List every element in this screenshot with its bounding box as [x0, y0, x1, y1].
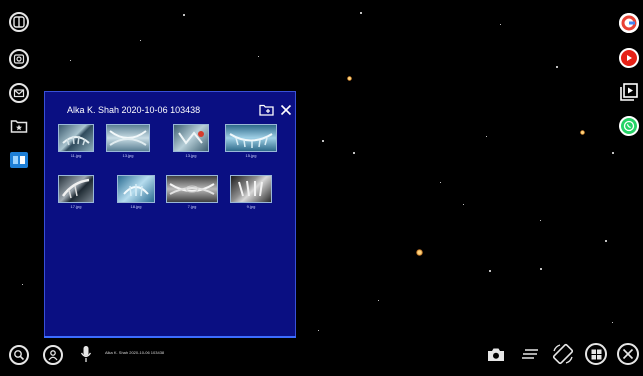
star [347, 76, 352, 81]
star [353, 152, 355, 154]
xray-thumbnail[interactable] [173, 124, 209, 152]
google-button[interactable] [619, 13, 639, 33]
session-caption: Alka K. Shah 2020-10-06 103438 [105, 350, 165, 355]
rotate-icon [552, 343, 574, 365]
video-library-button[interactable] [619, 82, 639, 102]
xray-icon [61, 178, 90, 199]
close-app-button[interactable] [617, 343, 639, 365]
star [318, 330, 319, 331]
layout-button[interactable] [9, 12, 29, 32]
whatsapp-icon [623, 120, 635, 132]
mail-button[interactable] [9, 83, 29, 103]
thumbnail-label: 13.jpg [122, 153, 134, 158]
xray-icon [62, 135, 90, 146]
favorites-folder-button[interactable] [9, 117, 29, 135]
star [22, 284, 23, 285]
youtube-icon [627, 55, 632, 61]
star [378, 300, 379, 301]
star [322, 140, 324, 142]
thumbnail-label: 11.jpg [70, 153, 82, 158]
xray-thumbnail[interactable] [58, 124, 94, 152]
3d-view-button[interactable] [9, 151, 29, 169]
star [258, 56, 259, 57]
star [463, 204, 464, 205]
menu-icon [522, 349, 538, 359]
google-icon [619, 13, 639, 33]
star [416, 249, 423, 256]
camera-search-icon [13, 54, 25, 64]
star [612, 152, 614, 154]
star [183, 14, 185, 16]
panoramic-xray-thumbnail[interactable] [166, 175, 218, 203]
xray-icon [109, 130, 147, 146]
star [70, 60, 71, 61]
microphone-icon [80, 346, 92, 362]
star [489, 270, 491, 272]
camera-search-button[interactable] [9, 49, 29, 69]
thumbnail-label: 9.jpg [246, 204, 256, 209]
new-folder-icon [258, 104, 274, 116]
user-icon [48, 350, 58, 361]
panoramic-xray-icon [169, 183, 215, 195]
layout-icon [13, 16, 25, 28]
youtube-button[interactable] [619, 48, 639, 68]
microphone-button[interactable] [78, 344, 94, 364]
xray-thumbnail[interactable] [230, 175, 272, 203]
star [605, 240, 607, 242]
xray-icon [123, 184, 149, 197]
thumbnail-label: 15.jpg [245, 153, 257, 158]
close-icon [622, 348, 634, 360]
thumbnail-label: 18.jpg [130, 204, 142, 209]
star [486, 136, 487, 137]
folder-star-icon [10, 120, 28, 133]
xray-thumbnail[interactable] [117, 175, 155, 203]
star [556, 66, 558, 68]
star [140, 40, 141, 41]
star [540, 220, 541, 221]
menu-button[interactable] [521, 347, 539, 361]
windows-button[interactable] [585, 343, 607, 365]
close-icon [280, 104, 292, 116]
thumbnail-label: 7.jpg [187, 204, 197, 209]
camera-button[interactable] [486, 345, 506, 363]
star [440, 182, 441, 183]
xray-icon [178, 131, 204, 145]
user-button[interactable] [43, 345, 63, 365]
camera-icon [488, 348, 504, 361]
panel-title: Alka K. Shah 2020-10-06 103438 [67, 105, 201, 115]
star [612, 322, 613, 323]
xray-thumbnail[interactable] [106, 124, 150, 152]
new-folder-button[interactable] [258, 103, 274, 117]
panel-bottom-accent [44, 336, 296, 338]
xray-thumbnail[interactable] [225, 124, 277, 152]
thumbnail-label: 17.jpg [70, 204, 82, 209]
star [360, 12, 362, 14]
3d-view-icon [10, 152, 28, 168]
star [540, 268, 542, 270]
mail-icon [13, 89, 25, 98]
close-panel-button[interactable] [279, 103, 293, 117]
image-gallery-panel: Alka K. Shah 2020-10-06 103438 11.jpg 13… [44, 91, 296, 337]
xray-thumbnail[interactable] [58, 175, 94, 203]
star [580, 130, 585, 135]
xray-icon [238, 180, 263, 197]
search-button[interactable] [9, 345, 29, 365]
rotate-button[interactable] [551, 342, 575, 366]
search-icon [14, 350, 25, 361]
thumbnail-label: 13.jpg [185, 153, 197, 158]
windows-icon [591, 349, 601, 359]
video-library-icon [620, 83, 638, 101]
xray-icon [229, 133, 273, 148]
star [500, 24, 501, 25]
whatsapp-button[interactable] [619, 116, 639, 136]
